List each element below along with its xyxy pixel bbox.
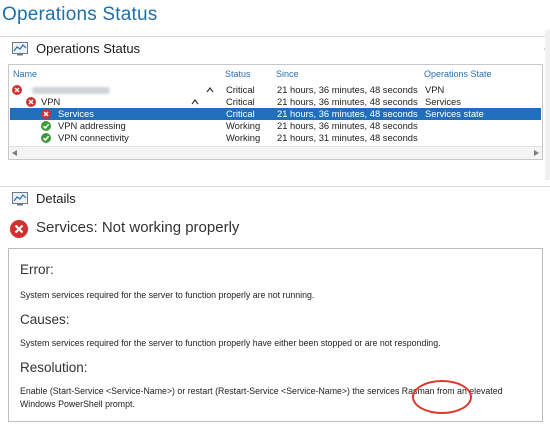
error-label: Error: [20,262,54,277]
table-row[interactable]: VPN addressing Working 21 hours, 36 minu… [10,120,541,132]
row-status: Critical [226,108,255,119]
redacted-name [32,87,110,94]
row-name: VPN addressing [58,120,126,131]
error-icon [41,109,51,119]
scroll-left-icon[interactable] [12,150,17,156]
monitor-chart-icon [12,192,28,206]
row-name: VPN [41,96,61,107]
check-icon [41,133,51,143]
row-status: Working [226,132,261,143]
details-heading: Services: Not working properly [36,219,240,236]
chevron-up-icon[interactable] [206,86,214,94]
error-icon [10,220,28,238]
row-status: Critical [226,84,255,95]
row-since: 21 hours, 36 minutes, 48 seconds [277,84,418,95]
row-since: 21 hours, 36 minutes, 48 seconds [277,108,418,119]
error-icon [26,97,36,107]
details-header[interactable]: Details [0,186,550,211]
table-row-selected[interactable]: Services Critical 21 hours, 36 minutes, … [10,108,541,120]
error-icon [12,85,22,95]
operations-status-table: Name Status Since Operations State Criti… [8,64,543,160]
horizontal-scrollbar[interactable] [9,146,542,159]
row-since: 21 hours, 36 minutes, 48 seconds [277,120,418,131]
resolution-label: Resolution: [20,360,88,375]
column-header-status[interactable]: Status [225,69,251,79]
operations-status-title: Operations Status [36,41,141,56]
row-name: VPN connectivity [58,132,129,143]
row-state: Services state [425,108,484,119]
error-text: System services required for the server … [20,290,315,300]
row-since: 21 hours, 36 minutes, 48 seconds [277,96,418,107]
monitor-chart-icon [12,42,28,56]
row-since: 21 hours, 31 minutes, 48 seconds [277,132,418,143]
row-name: Services [58,108,94,119]
row-state: Services [425,96,461,107]
row-state: VPN [425,84,445,95]
causes-label: Causes: [20,312,70,327]
column-header-operations-state[interactable]: Operations State [424,69,492,79]
annotation-circle [412,380,472,414]
table-row[interactable]: VPN Critical 21 hours, 36 minutes, 48 se… [10,96,541,108]
table-row[interactable]: Critical 21 hours, 36 minutes, 48 second… [10,84,541,96]
scroll-right-icon[interactable] [534,150,539,156]
operations-status-header[interactable]: Operations Status [0,36,550,61]
causes-text: System services required for the server … [20,338,441,348]
chevron-up-icon[interactable] [191,98,199,106]
panel-scroll-gutter [545,30,550,180]
page-title: Operations Status [2,4,158,25]
table-row[interactable]: VPN connectivity Working 21 hours, 31 mi… [10,132,541,144]
column-header-name[interactable]: Name [13,69,37,79]
column-header-since[interactable]: Since [276,69,299,79]
row-status: Working [226,120,261,131]
details-title: Details [36,191,76,206]
check-icon [41,121,51,131]
row-status: Critical [226,96,255,107]
